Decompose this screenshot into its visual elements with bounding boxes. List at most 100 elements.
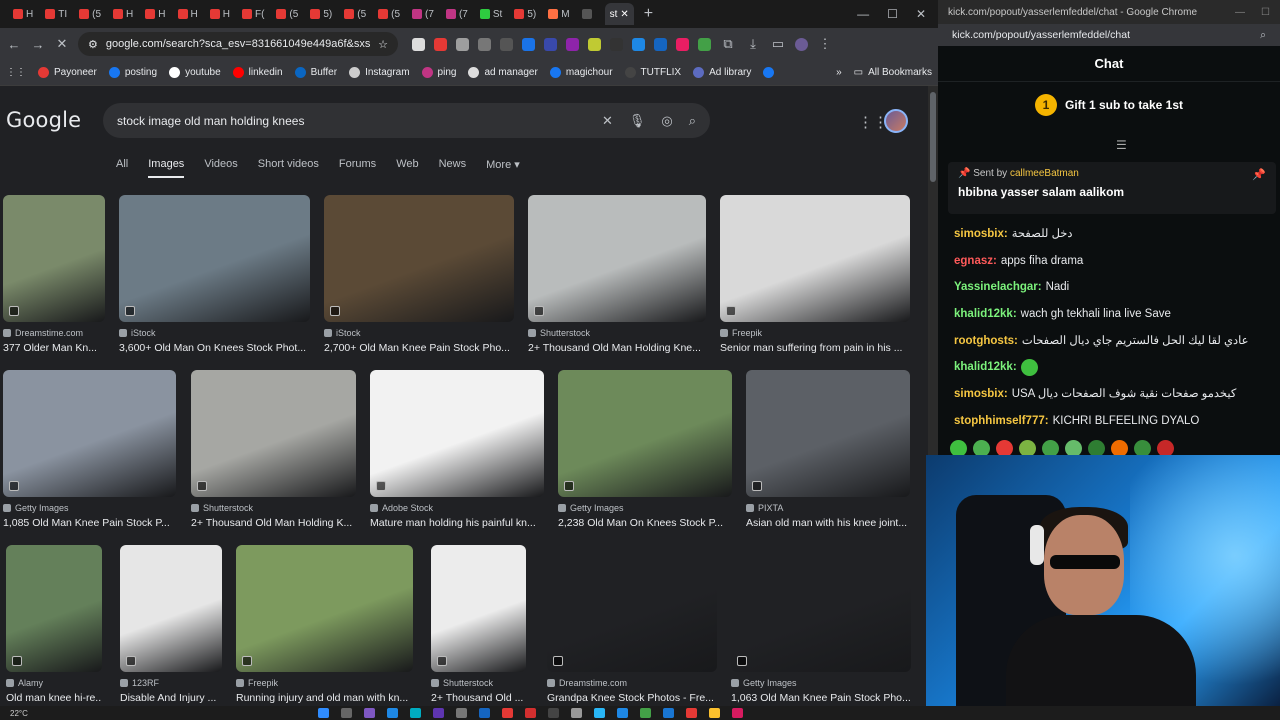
result-title[interactable]: Senior man suffering from pain in his ..… xyxy=(720,342,910,354)
image-result-thumbnail[interactable] xyxy=(120,545,222,672)
browser-tab[interactable]: H xyxy=(140,3,170,25)
result-title[interactable]: 3,600+ Old Man On Knees Stock Phot... xyxy=(119,342,310,354)
browser-tab[interactable]: (7 xyxy=(441,3,473,25)
result-caption[interactable]: 123RF Disable And Injury ... xyxy=(120,678,222,704)
download-icon[interactable]: ⤓ xyxy=(745,36,761,52)
chat-username[interactable]: khalid12kk: xyxy=(954,361,1017,373)
minimize-icon[interactable]: — xyxy=(857,7,869,21)
image-result-thumbnail[interactable] xyxy=(431,545,526,672)
chat-username[interactable]: Yassinelachgar: xyxy=(954,281,1042,293)
tab-short-videos[interactable]: Short videos xyxy=(258,158,319,178)
result-title[interactable]: 1,063 Old Man Knee Pain Stock Pho... xyxy=(731,692,911,704)
result-caption[interactable]: Shutterstock 2+ Thousand Old Man Holding … xyxy=(528,328,706,354)
account-avatar[interactable] xyxy=(884,109,908,133)
result-caption[interactable]: Dreamstime.com 377 Older Man Kn... xyxy=(3,328,105,354)
app-icon[interactable] xyxy=(640,708,651,718)
profile-avatar-icon[interactable] xyxy=(795,37,808,51)
extension-icon[interactable] xyxy=(632,37,645,51)
unpin-icon[interactable]: 📌 xyxy=(1252,168,1266,181)
more-bookmarks-icon[interactable]: » xyxy=(836,67,842,78)
site-info-icon[interactable]: ⚙ xyxy=(88,38,98,51)
image-result-thumbnail[interactable] xyxy=(528,195,706,322)
browser-tab[interactable]: (5 xyxy=(74,3,106,25)
browser-tab[interactable]: TI xyxy=(40,3,72,25)
tab-news[interactable]: News xyxy=(439,158,467,178)
result-title[interactable]: Grandpa Knee Stock Photos - Fre... xyxy=(547,692,717,704)
app-icon[interactable] xyxy=(502,708,513,718)
search-box[interactable]: stock image old man holding knees ✕ 🎙 ◎ … xyxy=(103,103,710,138)
weather-widget[interactable]: 22°C xyxy=(10,709,28,718)
result-title[interactable]: Old man knee hi-re... xyxy=(6,692,102,704)
extension-icon[interactable] xyxy=(566,37,579,51)
chrome-taskbar-icon[interactable] xyxy=(686,708,697,718)
maximize-icon[interactable]: ☐ xyxy=(887,7,898,21)
extension-icon[interactable] xyxy=(588,37,601,51)
browser-tab-active[interactable]: st ✕ xyxy=(604,3,634,25)
bookmark-item[interactable]: Ad library xyxy=(693,67,751,78)
app-icon[interactable] xyxy=(617,708,628,718)
result-title[interactable]: Mature man holding his painful kn... xyxy=(370,517,544,529)
image-result-thumbnail[interactable] xyxy=(3,195,105,322)
result-caption[interactable]: Shutterstock 2+ Thousand Old Man Holding … xyxy=(191,503,356,529)
explorer-icon[interactable] xyxy=(709,708,720,718)
image-result-thumbnail[interactable] xyxy=(731,545,911,672)
app-icon[interactable] xyxy=(663,708,674,718)
image-result-thumbnail[interactable] xyxy=(6,545,102,672)
result-title[interactable]: 1,085 Old Man Knee Pain Stock P... xyxy=(3,517,176,529)
result-caption[interactable]: iStock 3,600+ Old Man On Knees Stock Phot… xyxy=(119,328,310,354)
browser-tab[interactable]: H xyxy=(173,3,203,25)
app-icon[interactable] xyxy=(387,708,398,718)
tab-web[interactable]: Web xyxy=(396,158,418,178)
result-title[interactable]: 377 Older Man Kn... xyxy=(3,342,105,354)
result-title[interactable]: Asian old man with his knee joint... xyxy=(746,517,910,529)
address-bar[interactable]: ⚙ google.com/search?sca_esv=831661049e44… xyxy=(78,32,398,56)
result-title[interactable]: 2,238 Old Man On Knees Stock P... xyxy=(558,517,732,529)
bookmark-item[interactable]: Instagram xyxy=(349,67,410,78)
image-result-thumbnail[interactable] xyxy=(3,370,176,497)
extension-icon[interactable] xyxy=(610,37,623,51)
search-input[interactable]: stock image old man holding knees xyxy=(117,114,602,128)
apps-grid-icon[interactable]: ⋮⋮ xyxy=(6,67,26,78)
clear-icon[interactable]: ✕ xyxy=(602,113,613,129)
chat-username[interactable]: simosbix: xyxy=(954,228,1008,240)
extension-icon[interactable] xyxy=(544,37,557,51)
browser-tab[interactable]: (5 xyxy=(373,3,405,25)
result-title[interactable]: 2+ Thousand Old Man Holding K... xyxy=(191,517,356,529)
chat-username[interactable]: simosbix: xyxy=(954,388,1008,400)
tab-more[interactable]: More ▾ xyxy=(486,158,520,178)
browser-tab[interactable]: M xyxy=(543,3,574,25)
browser-tab[interactable]: (7 xyxy=(407,3,439,25)
extension-icon[interactable] xyxy=(434,37,447,51)
image-result-thumbnail[interactable] xyxy=(720,195,910,322)
browser-tab[interactable]: H xyxy=(8,3,38,25)
app-icon[interactable] xyxy=(456,708,467,718)
extension-icon[interactable] xyxy=(676,37,689,51)
app-icon[interactable] xyxy=(525,708,536,718)
result-caption[interactable]: Adobe Stock Mature man holding his painfu… xyxy=(370,503,544,529)
bookmark-item[interactable]: Payoneer xyxy=(38,67,97,78)
extension-icon[interactable] xyxy=(478,37,491,51)
tab-videos[interactable]: Videos xyxy=(204,158,237,178)
zoom-icon[interactable]: ⌕ xyxy=(1260,29,1266,42)
maximize-icon[interactable]: ☐ xyxy=(1261,7,1270,18)
search-icon[interactable]: ⌕ xyxy=(689,113,696,129)
reload-icon[interactable]: ✕ xyxy=(54,36,70,52)
close-window-icon[interactable]: ✕ xyxy=(916,7,926,21)
bookmark-item[interactable]: posting xyxy=(108,67,157,78)
browser-tab[interactable]: St xyxy=(475,3,507,25)
result-title[interactable]: 2,700+ Old Man Knee Pain Stock Pho... xyxy=(324,342,514,354)
app-icon[interactable] xyxy=(364,708,375,718)
result-title[interactable]: Disable And Injury ... xyxy=(120,692,222,704)
microphone-icon[interactable]: 🎙 xyxy=(629,113,646,129)
app-icon[interactable] xyxy=(410,708,421,718)
minimize-icon[interactable]: — xyxy=(1235,7,1245,18)
bookmark-item[interactable]: Buffer xyxy=(294,67,337,78)
extension-icon[interactable] xyxy=(698,37,711,51)
bookmark-star-icon[interactable]: ☆ xyxy=(378,38,388,51)
result-caption[interactable]: iStock 2,700+ Old Man Knee Pain Stock Pho… xyxy=(324,328,514,354)
close-tab-icon[interactable]: ✕ xyxy=(620,9,628,20)
bookmark-item[interactable]: magichour xyxy=(549,67,613,78)
result-caption[interactable]: Getty Images 1,063 Old Man Knee Pain Stoc… xyxy=(731,678,911,704)
scrollbar-thumb[interactable] xyxy=(930,92,936,182)
result-caption[interactable]: Freepik Senior man suffering from pain in… xyxy=(720,328,910,354)
